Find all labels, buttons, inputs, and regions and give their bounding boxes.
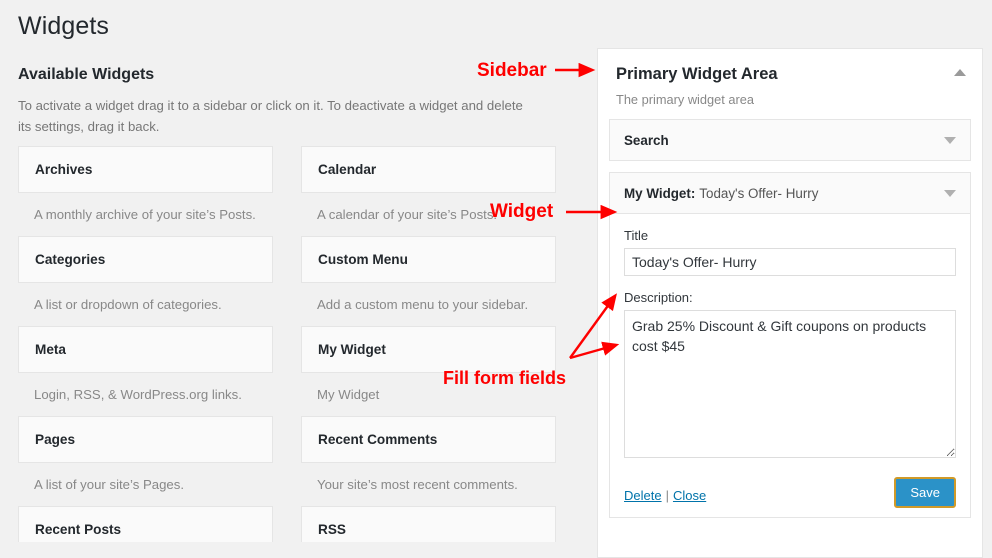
available-widgets-region: Widgets Available Widgets To activate a … — [0, 0, 597, 542]
widget-name: Custom Menu — [318, 252, 408, 267]
widget-custom-menu[interactable]: Custom Menu — [301, 236, 556, 283]
primary-widget-area-panel: Primary Widget Area The primary widget a… — [597, 48, 983, 558]
widget-entry: RSS — [301, 506, 556, 542]
widget-entry: Archives A monthly archive of your site’… — [18, 146, 273, 236]
title-field-label: Title — [624, 228, 649, 243]
sidebar-widget-form: Title Description: — [610, 214, 970, 473]
footer-links: Delete | Close — [624, 488, 706, 503]
sidebar-widget-my-widget-header[interactable]: My Widget: Today's Offer- Hurry — [610, 173, 970, 214]
widget-entry: Recent Comments Your site’s most recent … — [301, 416, 556, 506]
widget-name: RSS — [318, 522, 346, 537]
widget-name: Archives — [35, 162, 93, 177]
sidebar-widget-my-widget: My Widget: Today's Offer- Hurry Title De… — [609, 172, 971, 518]
widget-description: A list of your site’s Pages. — [34, 477, 185, 492]
sidebar-widget-instance-title: Today's Offer- Hurry — [699, 185, 819, 201]
widget-description: Login, RSS, & WordPress.org links. — [34, 387, 242, 402]
close-link[interactable]: Close — [673, 488, 706, 503]
widget-name: Meta — [35, 342, 66, 357]
widget-description: A monthly archive of your site’s Posts. — [34, 207, 256, 222]
widget-my-widget[interactable]: My Widget — [301, 326, 556, 373]
widget-categories[interactable]: Categories — [18, 236, 273, 283]
available-widgets-description: To activate a widget drag it to a sideba… — [18, 98, 523, 134]
widget-column-right: Calendar A calendar of your site’s Posts… — [301, 146, 556, 542]
widget-calendar[interactable]: Calendar — [301, 146, 556, 193]
chevron-up-icon[interactable] — [954, 69, 966, 76]
field-spacer — [624, 276, 956, 290]
widget-entry: Recent Posts — [18, 506, 273, 542]
widget-entry: Calendar A calendar of your site’s Posts… — [301, 146, 556, 236]
description-textarea[interactable] — [624, 310, 956, 458]
delete-link[interactable]: Delete — [624, 488, 662, 503]
sidebar-widget-search-header[interactable]: Search — [610, 120, 970, 160]
widget-entry: Meta Login, RSS, & WordPress.org links. — [18, 326, 273, 416]
chevron-down-icon[interactable] — [944, 137, 956, 144]
panel-subtitle: The primary widget area — [616, 92, 754, 107]
sidebar-widget-name: Search — [624, 132, 669, 148]
widget-entry: Pages A list of your site’s Pages. — [18, 416, 273, 506]
widget-entry: Custom Menu Add a custom menu to your si… — [301, 236, 556, 326]
footer-separator: | — [665, 487, 669, 503]
widget-description: Add a custom menu to your sidebar. — [317, 297, 529, 312]
widget-description: Your site’s most recent comments. — [317, 477, 518, 492]
widget-entry: My Widget My Widget — [301, 326, 556, 416]
widget-description: A list or dropdown of categories. — [34, 297, 222, 312]
panel-header: Primary Widget Area The primary widget a… — [598, 49, 982, 119]
widget-column-left: Archives A monthly archive of your site’… — [18, 146, 273, 542]
title-input[interactable] — [624, 248, 956, 276]
widget-name: Recent Comments — [318, 432, 438, 447]
widget-recent-posts[interactable]: Recent Posts — [18, 506, 273, 542]
chevron-down-icon[interactable] — [944, 190, 956, 197]
panel-title: Primary Widget Area — [616, 65, 778, 83]
sidebar-widget-search: Search — [609, 119, 971, 161]
sidebar-widget-name: My Widget: — [624, 185, 696, 201]
sidebar-widget-footer: Delete | Close Save — [610, 473, 970, 517]
widget-name: Categories — [35, 252, 106, 267]
widget-description: My Widget — [317, 387, 380, 402]
widget-description: A calendar of your site’s Posts. — [317, 207, 498, 222]
widget-pages[interactable]: Pages — [18, 416, 273, 463]
description-field-label: Description: — [624, 290, 693, 305]
widget-name: My Widget — [318, 342, 386, 357]
widget-name: Recent Posts — [35, 522, 122, 537]
available-widgets-heading: Available Widgets — [18, 66, 155, 83]
widget-name: Calendar — [318, 162, 377, 177]
widget-name: Pages — [35, 432, 76, 447]
page-title: Widgets — [18, 12, 110, 40]
widget-entry: Categories A list or dropdown of categor… — [18, 236, 273, 326]
widget-recent-comments[interactable]: Recent Comments — [301, 416, 556, 463]
widget-meta[interactable]: Meta — [18, 326, 273, 373]
save-button[interactable]: Save — [894, 477, 956, 508]
widget-archives[interactable]: Archives — [18, 146, 273, 193]
widget-rss[interactable]: RSS — [301, 506, 556, 542]
